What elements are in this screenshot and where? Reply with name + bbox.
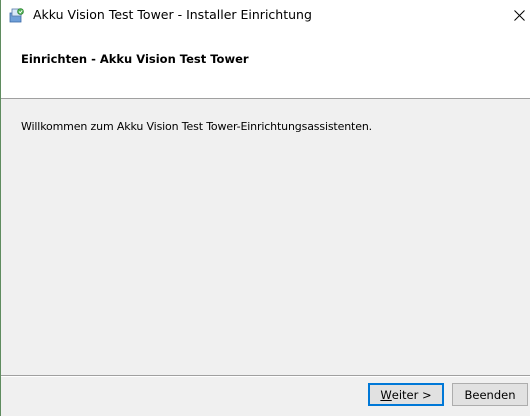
- cancel-button[interactable]: Beenden: [452, 383, 528, 406]
- next-button-label: eiter >: [391, 387, 432, 402]
- content-area: Willkommen zum Akku Vision Test Tower-Ei…: [1, 100, 530, 376]
- welcome-text: Willkommen zum Akku Vision Test Tower-Ei…: [21, 120, 372, 133]
- window-title: Akku Vision Test Tower - Installer Einri…: [33, 7, 312, 22]
- installer-window: Akku Vision Test Tower - Installer Einri…: [0, 0, 530, 416]
- title-bar[interactable]: Akku Vision Test Tower - Installer Einri…: [1, 0, 530, 30]
- next-button[interactable]: Weiter >: [368, 383, 444, 406]
- header-banner: Einrichten - Akku Vision Test Tower: [1, 30, 530, 99]
- next-button-mnemonic: W: [380, 387, 392, 402]
- installer-icon: [9, 8, 24, 23]
- close-icon: [514, 9, 525, 21]
- footer: [1, 377, 530, 416]
- page-title: Einrichten - Akku Vision Test Tower: [21, 52, 249, 66]
- close-button[interactable]: [491, 0, 530, 30]
- cancel-button-label: Beenden: [464, 387, 516, 402]
